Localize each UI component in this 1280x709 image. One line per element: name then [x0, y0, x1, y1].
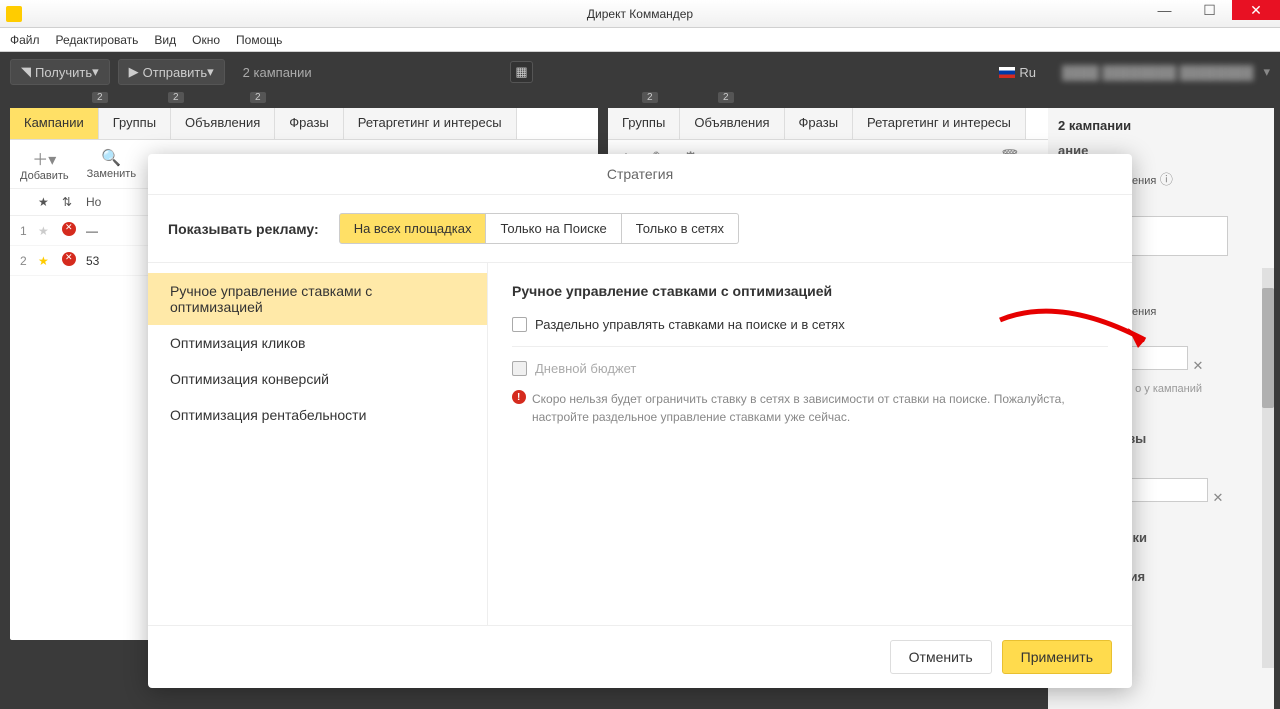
placement-all[interactable]: На всех площадках [339, 213, 487, 244]
strategy-heading: Ручное управление ставками с оптимизацие… [512, 283, 1108, 299]
apply-button[interactable]: Применить [1002, 640, 1112, 674]
help-icon[interactable]: ⓘ [1160, 172, 1173, 187]
menu-view[interactable]: Вид [154, 33, 176, 47]
language-selector[interactable]: Ru [999, 65, 1036, 80]
mid-tabs: Группы Объявления Фразы Ретаргетинг и ин… [608, 108, 1048, 140]
tab-campaigns[interactable]: Кампании [10, 108, 99, 139]
window-title: Директ Коммандер [587, 7, 693, 21]
get-button[interactable]: ◥ Получить ▾ [10, 59, 110, 85]
close-button[interactable]: ✕ [1232, 0, 1280, 20]
tab-groups[interactable]: Группы [99, 108, 171, 139]
account-info: ████ ████████ ████████ [1062, 65, 1253, 80]
tab-retarget[interactable]: Ретаргетинг и интересы [853, 108, 1026, 139]
status-icon [62, 222, 86, 239]
strategy-clicks[interactable]: Оптимизация кликов [148, 325, 487, 361]
clear-icon[interactable]: ✕ [1188, 358, 1208, 374]
send-button[interactable]: ▶ Отправить ▾ [118, 59, 225, 85]
scrollbar[interactable] [1262, 268, 1274, 668]
tab-groups[interactable]: Группы [608, 108, 680, 139]
campaigns-count: 2 кампании [243, 65, 312, 80]
daily-budget-row: Дневной бюджет [512, 361, 1108, 376]
window-controls: — ☐ ✕ [1142, 0, 1280, 27]
menu-help[interactable]: Помощь [236, 33, 282, 47]
menu-bar: Файл Редактировать Вид Окно Помощь [0, 28, 1280, 52]
tab-ads[interactable]: Объявления [680, 108, 784, 139]
titlebar: Директ Коммандер — ☐ ✕ [0, 0, 1280, 28]
show-ads-label: Показывать рекламу: [168, 221, 319, 237]
strategy-list: Ручное управление ставками с оптимизацие… [148, 263, 488, 625]
cancel-button[interactable]: Отменить [890, 640, 992, 674]
warning-icon [512, 390, 526, 404]
strategy-content: Ручное управление ставками с оптимизацие… [488, 263, 1132, 625]
star-icon[interactable]: ★ [38, 224, 62, 238]
menu-edit[interactable]: Редактировать [56, 33, 139, 47]
flag-icon [999, 67, 1015, 78]
modal-placements: Показывать рекламу: На всех площадках То… [148, 195, 1132, 263]
menu-file[interactable]: Файл [10, 33, 40, 47]
badge-row: 2 2 2 [10, 92, 598, 108]
strategy-manual[interactable]: Ручное управление ставками с оптимизацие… [148, 273, 487, 325]
minimize-button[interactable]: — [1142, 0, 1187, 20]
star-icon[interactable]: ★ [38, 254, 62, 268]
separate-bids-row[interactable]: Раздельно управлять ставками на поиске и… [512, 317, 1108, 332]
status-icon [62, 252, 86, 269]
placement-search[interactable]: Только на Поиске [486, 213, 621, 244]
strategy-modal: Стратегия Показывать рекламу: На всех пл… [148, 154, 1132, 688]
clear-icon[interactable]: ✕ [1208, 490, 1228, 506]
warning-message: Скоро нельзя будет ограничить ставку в с… [512, 390, 1108, 426]
plus-icon: ＋▾ [32, 146, 56, 170]
menu-window[interactable]: Окно [192, 33, 220, 47]
tab-phrases[interactable]: Фразы [275, 108, 344, 139]
placement-segmented: На всех площадках Только на Поиске Тольк… [339, 213, 739, 244]
search-icon: 🔍 [101, 148, 121, 168]
add-button[interactable]: ＋▾Добавить [20, 146, 69, 182]
main-toolbar: ◥ Получить ▾ ▶ Отправить ▾ 2 кампании ▦ … [0, 52, 1280, 92]
app-icon [6, 6, 22, 22]
modal-body: Ручное управление ставками с оптимизацие… [148, 263, 1132, 625]
left-tabs: Кампании Группы Объявления Фразы Ретарге… [10, 108, 598, 140]
badge-row: 2 2 [608, 92, 1048, 108]
checkbox-icon[interactable] [512, 317, 527, 332]
tab-ads[interactable]: Объявления [171, 108, 275, 139]
maximize-button[interactable]: ☐ [1187, 0, 1232, 20]
replace-button[interactable]: 🔍Заменить [87, 148, 136, 180]
tab-retarget[interactable]: Ретаргетинг и интересы [344, 108, 517, 139]
strategy-conversions[interactable]: Оптимизация конверсий [148, 361, 487, 397]
modal-footer: Отменить Применить [148, 625, 1132, 688]
tab-phrases[interactable]: Фразы [785, 108, 854, 139]
divider [512, 346, 1108, 347]
strategy-roi[interactable]: Оптимизация рентабельности [148, 397, 487, 433]
placement-networks[interactable]: Только в сетях [622, 213, 739, 244]
right-header: 2 кампании [1058, 118, 1264, 133]
modal-title: Стратегия [148, 154, 1132, 195]
checkbox-icon [512, 361, 527, 376]
col-name: Но [86, 195, 101, 209]
